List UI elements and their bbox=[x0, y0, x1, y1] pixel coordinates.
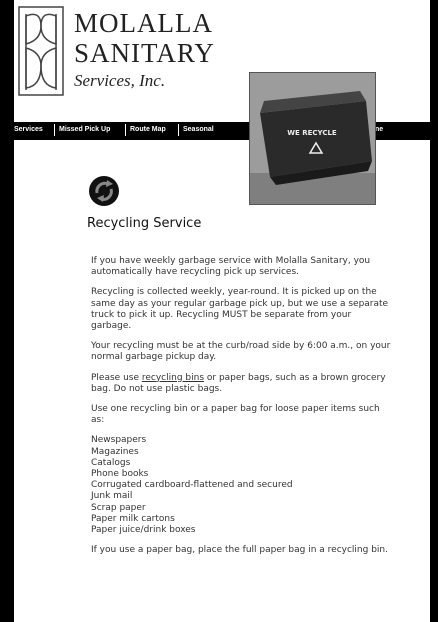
company-logo-mark bbox=[18, 6, 64, 96]
list-item: Magazines bbox=[91, 446, 139, 457]
list-item: Newspapers bbox=[91, 435, 147, 446]
paragraph-curb-time: Your recycling must be at the curb/road … bbox=[91, 341, 391, 363]
nav-separator bbox=[125, 124, 126, 136]
list-item: Phone books bbox=[91, 469, 149, 480]
left-frame-border bbox=[0, 0, 14, 622]
nav-item-missed-pick-up[interactable]: Missed Pick Up bbox=[59, 126, 110, 133]
list-item: Scrap paper bbox=[91, 502, 146, 513]
bin-label: WE RECYCLE bbox=[287, 129, 337, 137]
brand-line-3: Services, Inc. bbox=[74, 71, 166, 90]
company-name[interactable]: MOLALLA SANITARY Services, Inc. bbox=[74, 8, 215, 92]
paragraph-weekly-service: If you have weekly garbage service with … bbox=[91, 256, 371, 278]
list-item: Paper milk cartons bbox=[91, 513, 175, 524]
nav-item-seasonal[interactable]: Seasonal bbox=[183, 126, 214, 133]
page-title: Recycling Service bbox=[87, 216, 202, 231]
brand-line-1: MOLALLA bbox=[74, 8, 213, 38]
list-item: Paper juice/drink boxes bbox=[91, 525, 196, 536]
recycling-bin-photo: WE RECYCLE bbox=[249, 72, 376, 205]
paragraph-paper-bag: If you use a paper bag, place the full p… bbox=[91, 545, 388, 556]
recycling-bin-illustration: WE RECYCLE bbox=[250, 73, 375, 204]
nav-separator bbox=[54, 124, 55, 136]
paragraph-collection-schedule: Recycling is collected weekly, year-roun… bbox=[91, 287, 389, 332]
brand-line-2: SANITARY bbox=[74, 38, 215, 68]
main-content: If you have weekly garbage service with … bbox=[91, 256, 391, 565]
list-item: Junk mail bbox=[91, 491, 133, 502]
right-frame-border bbox=[430, 0, 438, 622]
nav-item-route-map[interactable]: Route Map bbox=[130, 126, 166, 133]
recycle-icon bbox=[89, 176, 119, 206]
list-item: Catalogs bbox=[91, 457, 131, 468]
nav-item-partial[interactable]: ne bbox=[375, 126, 383, 133]
recycling-bins-link[interactable]: recycling bins bbox=[142, 373, 204, 383]
paragraph-bins: Please use recycling bins or paper bags,… bbox=[91, 373, 391, 395]
nav-item-services[interactable]: Services bbox=[14, 126, 43, 133]
paper-items-list: Newspapers Magazines Catalogs Phone book… bbox=[91, 435, 391, 536]
list-item: Corrugated cardboard-flattened and secur… bbox=[91, 480, 293, 491]
nav-separator bbox=[178, 124, 179, 136]
paragraph-loose-paper: Use one recycling bin or a paper bag for… bbox=[91, 404, 380, 426]
bins-text-before: Please use bbox=[91, 372, 142, 383]
